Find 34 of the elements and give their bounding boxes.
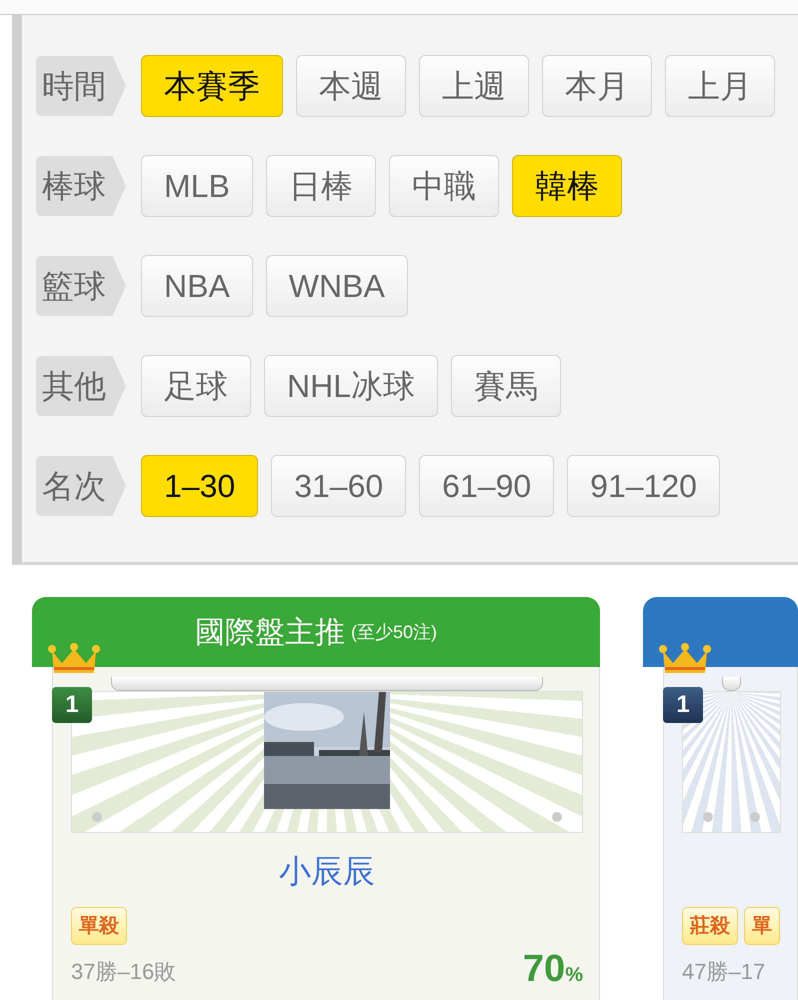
filter-option[interactable]: MLB bbox=[141, 155, 253, 217]
card-title: 國際盤主推 bbox=[194, 614, 345, 650]
filter-option[interactable]: 91–120 bbox=[567, 455, 720, 517]
filter-option[interactable]: 上週 bbox=[419, 55, 529, 117]
pick-tag: 單 bbox=[744, 907, 780, 945]
rank-number: 1 bbox=[52, 687, 92, 723]
filter-option[interactable]: 31–60 bbox=[271, 455, 406, 517]
filter-option[interactable]: NBA bbox=[141, 255, 253, 317]
filter-option[interactable]: 1–30 bbox=[141, 455, 258, 517]
filter-option[interactable]: 本賽季 bbox=[141, 55, 283, 117]
filter-option[interactable]: 中職 bbox=[388, 155, 499, 217]
filter-label: 籃球 bbox=[36, 256, 126, 316]
win-loss-record: 47勝–17 bbox=[682, 958, 766, 986]
filter-option[interactable]: 61–90 bbox=[419, 455, 554, 517]
filter-option[interactable]: 日棒 bbox=[266, 155, 376, 217]
filter-option[interactable]: 足球 bbox=[141, 355, 251, 417]
win-rate: 70% bbox=[522, 950, 583, 988]
pick-tag: 單殺 bbox=[71, 907, 127, 945]
filter-option[interactable]: 韓棒 bbox=[512, 155, 622, 217]
player-name[interactable]: 小辰辰 bbox=[71, 847, 583, 893]
pick-tag: 莊殺 bbox=[682, 907, 738, 945]
filter-option[interactable]: NHL冰球 bbox=[264, 355, 438, 417]
filter-option[interactable]: 賽馬 bbox=[451, 355, 562, 417]
filter-option[interactable]: 上月 bbox=[665, 55, 775, 117]
filter-option[interactable]: 本月 bbox=[542, 55, 652, 117]
rank-number: 1 bbox=[663, 687, 703, 723]
filter-label: 棒球 bbox=[36, 156, 126, 216]
filter-label: 時間 bbox=[36, 56, 126, 116]
win-loss-record: 37勝–16敗 bbox=[71, 958, 176, 986]
filter-label: 其他 bbox=[36, 356, 126, 416]
filter-label: 名次 bbox=[36, 456, 126, 516]
filter-option[interactable]: WNBA bbox=[266, 255, 408, 317]
card-subtitle: (至少50注) bbox=[350, 620, 437, 644]
filter-option[interactable]: 本週 bbox=[296, 55, 406, 117]
